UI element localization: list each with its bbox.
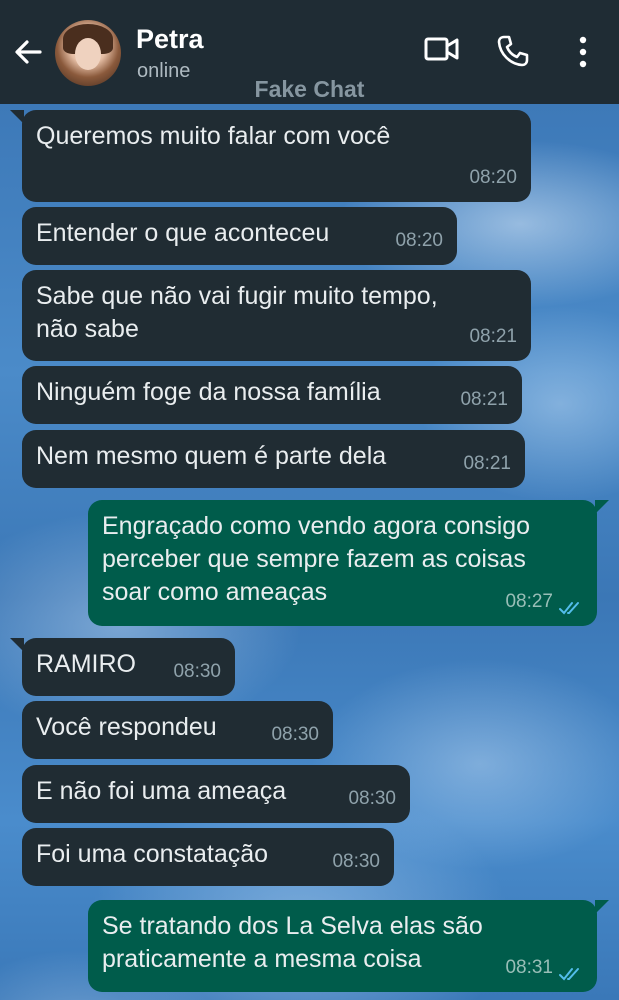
message-time: 08:21 — [469, 326, 517, 347]
message-text: Entender o que aconteceu — [36, 219, 330, 247]
message-text: Foi uma constatação — [36, 840, 269, 868]
message-bubble-incoming[interactable]: RAMIRO 08:30 — [22, 638, 235, 696]
message-time: 08:30 — [332, 851, 380, 872]
message-bubble-incoming[interactable]: Sabe que não vai fugir muito tempo, não … — [22, 270, 531, 361]
read-ticks-icon — [559, 602, 579, 615]
message-text: Ninguém foge da nossa família — [36, 378, 381, 406]
message-bubble-incoming[interactable]: Ninguém foge da nossa família 08:21 — [22, 366, 522, 424]
message-text: Nem mesmo quem é parte dela — [36, 442, 387, 470]
message-text: Queremos muito falar com você — [36, 122, 391, 150]
message-text: E não foi uma ameaça — [36, 777, 287, 805]
message-bubble-incoming[interactable]: E não foi uma ameaça 08:30 — [22, 765, 410, 823]
message-bubble-incoming[interactable]: Queremos muito falar com você 08:20 — [22, 110, 531, 202]
message-time: 08:21 — [463, 453, 511, 474]
message-bubble-incoming[interactable]: Foi uma constatação 08:30 — [22, 828, 394, 886]
message-time: 08:27 — [505, 591, 553, 612]
more-options-icon[interactable] — [570, 34, 596, 70]
message-time: 08:20 — [395, 230, 443, 251]
message-bubble-incoming[interactable]: Você respondeu 08:30 — [22, 701, 333, 759]
message-time: 08:30 — [271, 724, 319, 745]
read-ticks-icon — [559, 968, 579, 981]
message-time: 08:30 — [173, 661, 221, 682]
message-bubble-outgoing[interactable]: Engraçado como vendo agora consigo perce… — [88, 500, 597, 626]
message-time: 08:31 — [505, 957, 553, 978]
message-time: 08:20 — [469, 167, 517, 188]
message-bubble-incoming[interactable]: Entender o que aconteceu 08:20 — [22, 207, 457, 265]
message-bubble-incoming[interactable]: Nem mesmo quem é parte dela 08:21 — [22, 430, 525, 488]
back-arrow-icon[interactable] — [12, 36, 44, 68]
message-time: 08:21 — [460, 389, 508, 410]
message-time: 08:30 — [348, 788, 396, 809]
message-text: Sabe que não vai fugir muito tempo, não … — [36, 282, 438, 343]
watermark: Fake Chat — [254, 76, 365, 102]
video-call-icon[interactable] — [424, 34, 460, 64]
phone-icon[interactable] — [496, 34, 530, 68]
message-bubble-outgoing[interactable]: Se tratando dos La Selva elas são pratic… — [88, 900, 597, 992]
contact-name[interactable]: Petra — [136, 24, 204, 55]
